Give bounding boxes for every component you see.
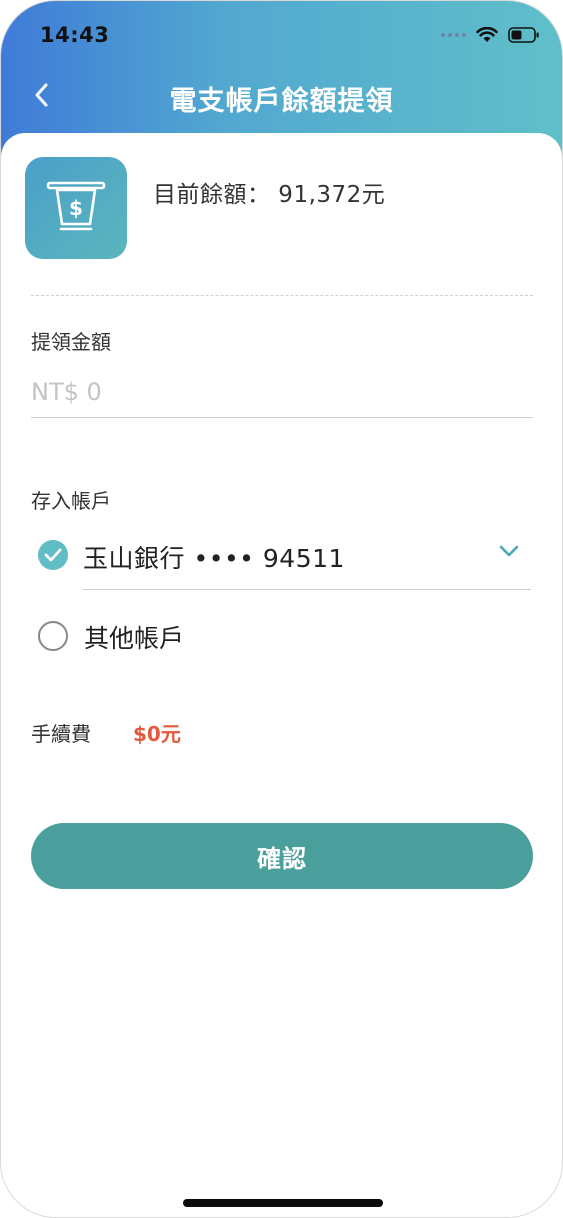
deposit-account-label: 存入帳戶	[31, 489, 111, 513]
status-bar: 14:43	[1, 1, 562, 61]
bank-account-select[interactable]: 玉山銀行 •••• 94511	[83, 531, 531, 590]
phone-frame: 14:43 電支帳戶餘額提領 $ 目前餘額： 91,372元 提領金額 NT$ …	[0, 0, 563, 1218]
amount-label: 提領金額	[31, 330, 111, 354]
other-account-radio[interactable]	[38, 621, 68, 651]
page-title: 電支帳戶餘額提領	[169, 86, 394, 117]
confirm-button[interactable]: 確認	[31, 823, 533, 889]
signal-dots-icon	[441, 33, 466, 37]
status-time: 14:43	[40, 23, 110, 47]
fee-value: $0元	[133, 722, 181, 746]
battery-icon	[508, 27, 539, 43]
amount-input[interactable]	[31, 367, 533, 418]
current-balance: 目前餘額： 91,372元	[153, 182, 386, 208]
check-icon	[44, 548, 62, 562]
fee-label: 手續費	[31, 722, 91, 746]
dashed-divider	[31, 295, 533, 296]
wifi-icon	[476, 27, 498, 42]
home-indicator	[183, 1199, 383, 1207]
main-content: $ 目前餘額： 91,372元 提領金額 存入帳戶 玉山銀行 •••• 9451…	[1, 133, 562, 1217]
atm-withdraw-icon: $	[25, 157, 127, 259]
other-account-label[interactable]: 其他帳戶	[84, 619, 184, 655]
chevron-down-icon	[499, 545, 519, 557]
status-icons	[441, 25, 540, 45]
selected-bank-account: 玉山銀行 •••• 94511	[83, 544, 345, 573]
nav-bar: 電支帳戶餘額提領	[1, 67, 562, 127]
bank-account-radio[interactable]	[38, 540, 68, 570]
svg-text:$: $	[69, 196, 83, 220]
